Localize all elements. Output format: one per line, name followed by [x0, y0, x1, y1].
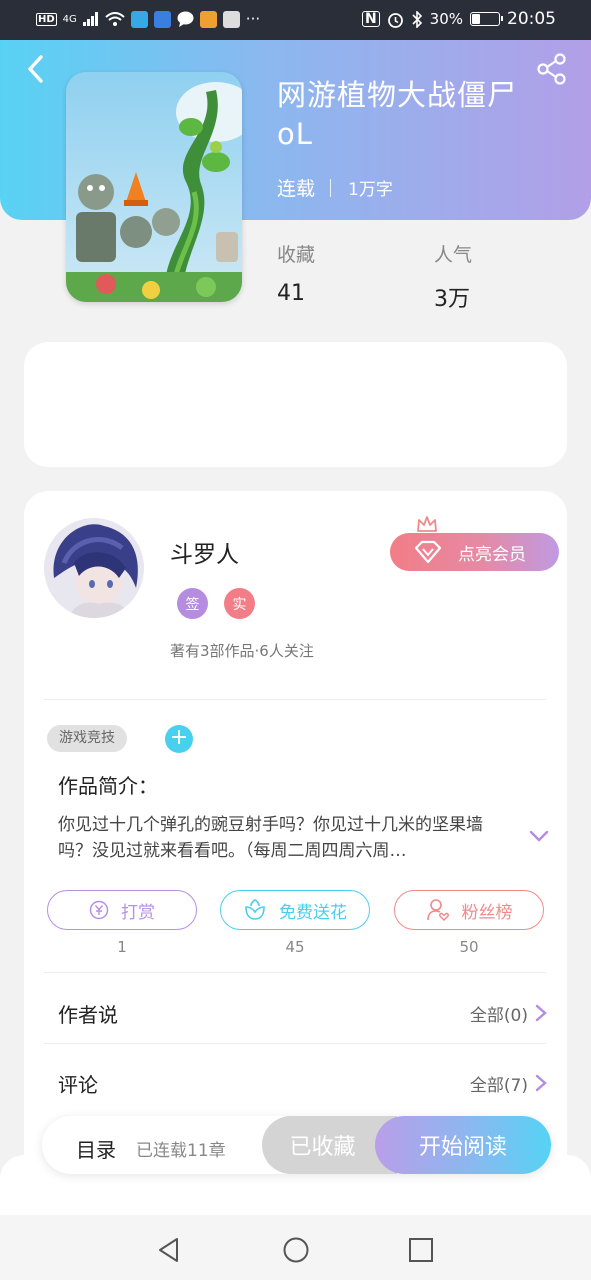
row-count: 全部(0)	[469, 1005, 528, 1026]
start-reading-label: 开始阅读	[418, 1135, 507, 1160]
serial-status: 连载	[277, 178, 316, 200]
crown-icon	[417, 516, 437, 532]
app-notification-icon	[199, 10, 217, 28]
stat-value: 41	[277, 281, 305, 306]
expand-intro-button[interactable]	[527, 824, 551, 848]
collected-label: 已收藏	[289, 1135, 356, 1160]
comments-row[interactable]: 评论 全部(7)	[58, 1063, 548, 1103]
fan-ranking-button[interactable]: 粉丝榜	[394, 890, 544, 930]
author-says-row[interactable]: 作者说 全部(0)	[58, 993, 548, 1033]
flower-count: 45	[285, 938, 305, 956]
book-cover-image	[66, 72, 242, 302]
add-tag-button[interactable]: +	[165, 725, 193, 753]
signed-badge: 签	[177, 588, 208, 619]
row-count: 全部(7)	[469, 1075, 528, 1096]
more-notifications: ···	[245, 10, 261, 28]
battery-icon	[470, 12, 503, 26]
tip-label: 打赏	[121, 902, 155, 923]
stat-value: 3万	[434, 287, 470, 312]
send-flower-button[interactable]: 免费送花	[220, 890, 370, 930]
nav-back-icon[interactable]	[155, 1235, 185, 1265]
fan-user-icon	[426, 899, 449, 921]
chapter-count[interactable]: 已连载11章	[136, 1136, 226, 1161]
chevron-left-icon	[28, 55, 43, 83]
divider	[44, 699, 546, 700]
intro-text[interactable]: 你见过十几个弹孔的豌豆射手吗？你见过十几米的坚果墙吗？没见过就来看看吧。（每周二…	[58, 812, 508, 864]
status-bar: HD 4G ··· N 30% 20:05	[0, 0, 591, 40]
share-icon	[537, 53, 566, 85]
fan-ranking-label: 粉丝榜	[461, 902, 513, 923]
placeholder-card	[24, 342, 567, 467]
chevron-right-icon	[535, 1074, 547, 1092]
network-type: 4G	[62, 13, 77, 25]
book-status-row: 连载 1万字	[277, 174, 393, 201]
nav-recents-icon[interactable]	[406, 1235, 436, 1265]
start-reading-button[interactable]: 开始阅读	[375, 1116, 551, 1174]
author-avatar-image	[44, 518, 144, 618]
bluetooth-icon	[412, 10, 422, 28]
fan-count: 50	[459, 938, 479, 956]
verified-badge: 实	[224, 588, 255, 619]
row-link[interactable]: 全部(7)	[470, 1071, 548, 1096]
avatar[interactable]	[44, 518, 144, 618]
nav-home-icon[interactable]	[281, 1235, 311, 1265]
stat-popularity: 人气 3万	[434, 240, 472, 313]
yuan-coin-icon	[89, 900, 109, 920]
book-cover[interactable]	[66, 72, 242, 302]
stat-label: 人气	[434, 244, 473, 266]
stat-favorites: 收藏 41	[277, 240, 315, 306]
book-title: 网游植物大战僵尸oL	[277, 78, 518, 151]
clock: 20:05	[507, 9, 556, 29]
status-divider	[330, 178, 332, 197]
back-button[interactable]	[20, 52, 50, 86]
flower-icon	[245, 899, 265, 920]
intro-title: 作品简介：	[58, 774, 158, 798]
send-flower-label: 免费送花	[279, 902, 347, 923]
tip-count: 1	[117, 938, 127, 956]
row-title: 评论	[58, 1072, 98, 1097]
row-title: 作者说	[58, 1002, 118, 1027]
tip-button[interactable]: 打赏	[47, 890, 197, 930]
divider	[44, 972, 546, 973]
divider	[44, 1043, 546, 1044]
app-notification-icon	[153, 10, 171, 28]
chevron-right-icon	[535, 1004, 547, 1022]
system-nav-bar	[0, 1215, 591, 1280]
chevron-down-icon	[529, 830, 549, 842]
message-icon	[177, 11, 194, 27]
alarm-icon	[387, 12, 403, 28]
signal-icon	[82, 12, 98, 26]
row-link[interactable]: 全部(0)	[470, 1001, 548, 1026]
word-count: 1万字	[348, 180, 393, 200]
wifi-icon	[105, 12, 125, 26]
battery-percent: 30%	[429, 10, 463, 28]
genre-tag[interactable]: 游戏竞技	[47, 725, 127, 752]
diamond-icon	[414, 540, 442, 564]
nfc-icon: N	[361, 11, 380, 27]
share-button[interactable]	[535, 53, 569, 85]
app-notification-icon	[130, 10, 148, 28]
app-notification-icon	[222, 10, 240, 28]
hd-icon: HD	[36, 12, 57, 26]
author-name[interactable]: 斗罗人	[170, 535, 239, 569]
vip-label: 点亮会员	[458, 544, 526, 565]
author-meta: 著有3部作品·6人关注	[170, 642, 314, 660]
catalog-button[interactable]: 目录	[76, 1134, 116, 1163]
stat-label: 收藏	[277, 244, 316, 266]
